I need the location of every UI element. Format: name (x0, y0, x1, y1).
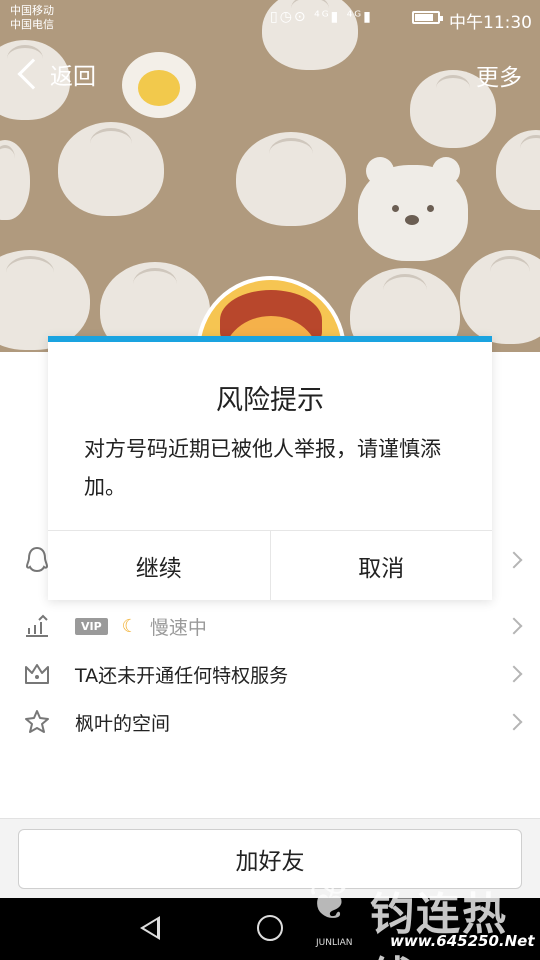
dialog-message: 对方号码近期已被他人举报，请谨慎添加。 (84, 437, 441, 499)
cover-bun-decoration (0, 140, 30, 220)
carrier-1: 中国移动 (10, 4, 54, 17)
status-time: 中午11:30 (449, 13, 532, 33)
moon-icon: ☾ (121, 615, 138, 637)
carrier-2: 中国电信 (10, 18, 54, 31)
list-item-privileges[interactable]: TA还未开通任何特权服务 (0, 650, 540, 698)
watermark-logo-icon: ❦ (308, 872, 352, 932)
watermark-url: www.645250.Net (390, 932, 535, 950)
system-back-icon[interactable] (140, 916, 160, 940)
dialog-title: 风险提示 (216, 385, 324, 416)
cover-bun-decoration (0, 250, 90, 350)
list-item-space[interactable]: 枫叶的空间 (0, 698, 540, 746)
vip-badge: VIP (75, 617, 108, 635)
star-space-icon (22, 707, 52, 737)
chevron-right-icon (505, 665, 523, 683)
back-button[interactable]: 返回 (14, 56, 96, 92)
signal-icons: ▯◷⊙ ⁴ᴳ▮ ⁴ᴳ▮ (270, 9, 373, 25)
dialog-buttons: 继续 取消 (48, 530, 492, 600)
watermark-brand: JUNLIAN (316, 938, 353, 948)
chevron-left-icon (17, 58, 49, 90)
risk-warning-dialog: 风险提示 对方号码近期已被他人举报，请谨慎添加。 继续 取消 (48, 336, 492, 600)
more-button[interactable]: 更多 (476, 58, 522, 92)
cover-bear-decoration (358, 157, 468, 261)
speed-status: 慢速中 (149, 616, 207, 639)
level-chart-icon (22, 611, 52, 641)
watermark: ❦ 钧连热线 JUNLIAN www.645250.Net (308, 868, 540, 960)
system-home-icon[interactable] (257, 915, 283, 941)
continue-button[interactable]: 继续 (48, 531, 270, 600)
status-bar: 中国移动 中国电信 ▯◷⊙ ⁴ᴳ▮ ⁴ᴳ▮ 中午11:30 (0, 0, 540, 36)
level-info: VIP ☾ 慢速中 (75, 613, 207, 640)
cover-bun-decoration (496, 130, 540, 210)
cancel-button[interactable]: 取消 (269, 531, 493, 600)
cover-bun-decoration (58, 122, 164, 216)
cover-bun-decoration (460, 250, 540, 344)
list-item-level[interactable]: VIP ☾ 慢速中 (0, 602, 540, 650)
crown-icon (22, 659, 52, 689)
privilege-text: TA还未开通任何特权服务 (75, 664, 289, 687)
battery-icon (412, 11, 443, 24)
cover-egg-decoration (122, 52, 196, 118)
space-text: 枫叶的空间 (75, 712, 171, 735)
chevron-right-icon (505, 713, 523, 731)
chevron-right-icon (505, 551, 523, 569)
cover-bun-decoration (236, 132, 346, 226)
carrier-labels: 中国移动 中国电信 (10, 4, 54, 32)
back-label: 返回 (50, 64, 96, 90)
chevron-right-icon (505, 617, 523, 635)
